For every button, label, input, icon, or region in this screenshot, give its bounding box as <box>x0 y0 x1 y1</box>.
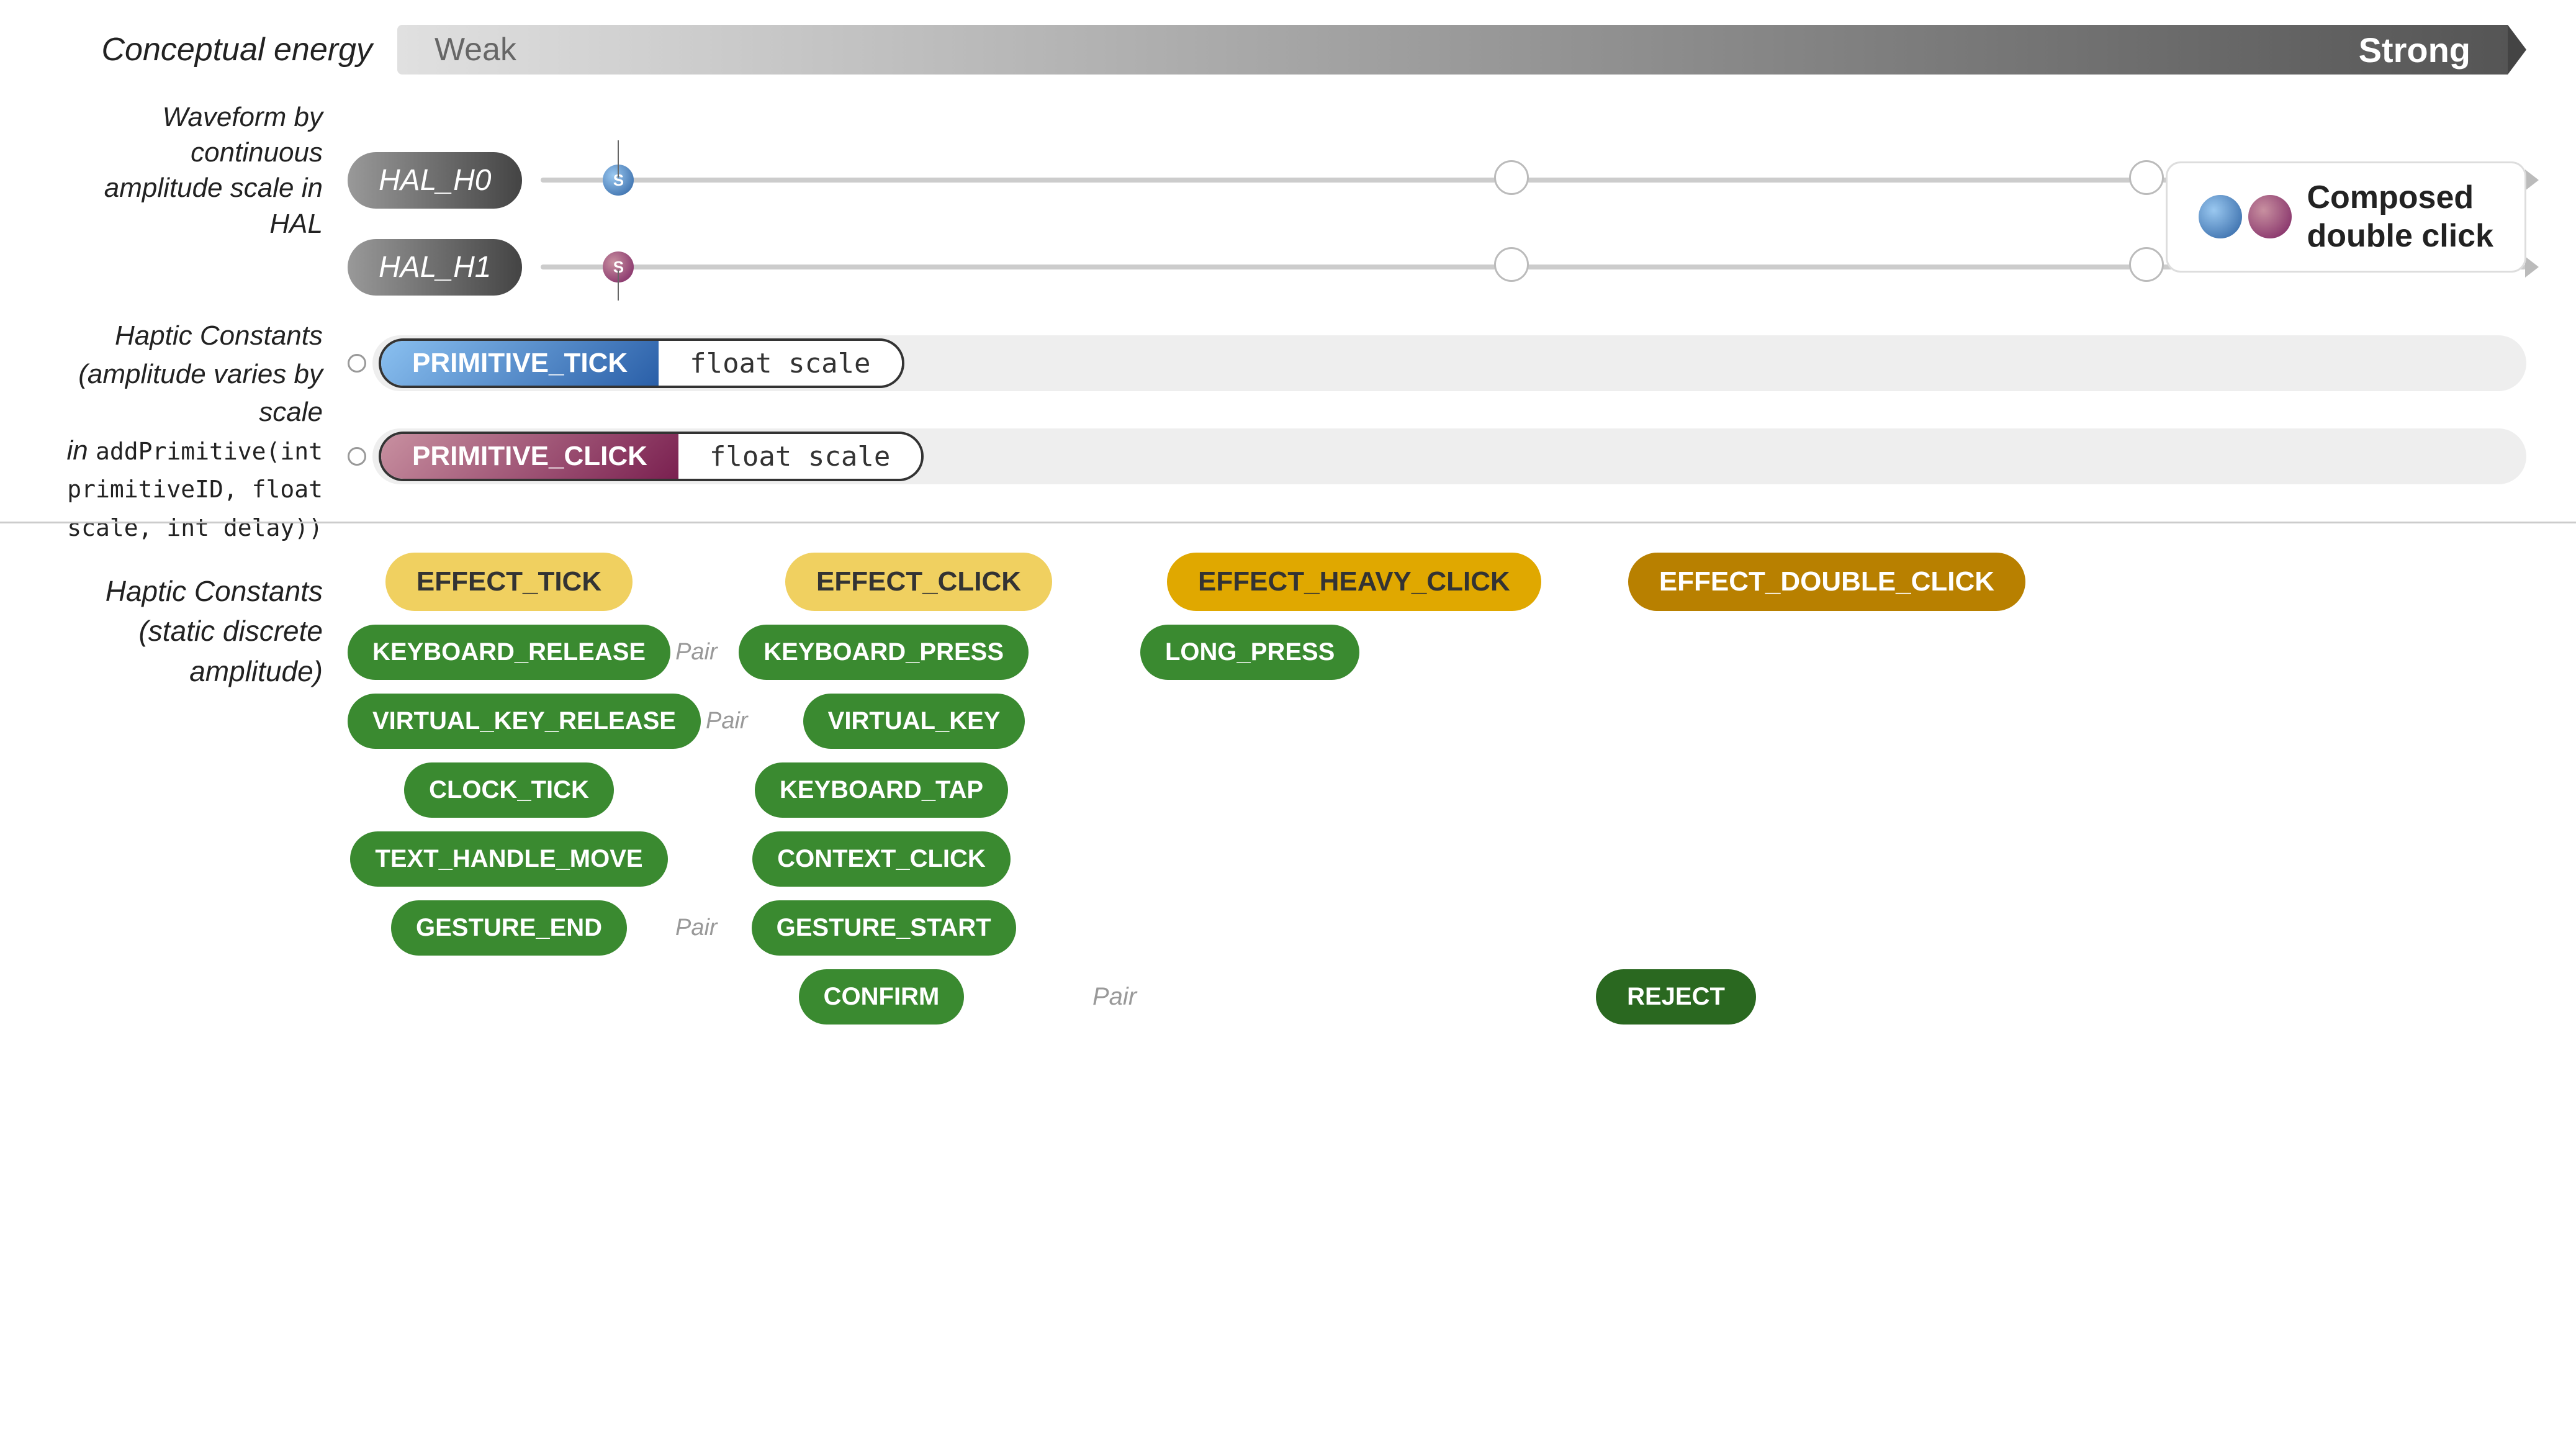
section-divider <box>0 522 2576 523</box>
hal-h0-vline <box>618 140 619 178</box>
energy-strong-label: Strong <box>2359 30 2470 70</box>
primitive-click-pill: PRIMITIVE_CLICK float scale <box>379 432 924 481</box>
text-handle-move-button[interactable]: TEXT_HANDLE_MOVE <box>350 831 667 887</box>
waveform-label: Waveform by continuousamplitude scale in… <box>104 102 323 239</box>
hal-h0-mid-circle <box>1494 160 1529 195</box>
composed-badge: Composed double click <box>2166 161 2526 273</box>
energy-weak-label: Weak <box>435 31 516 68</box>
primitive-click-small-circle <box>348 447 366 466</box>
gesture-row: GESTURE_END Pair GESTURE_START <box>348 900 2526 956</box>
pair-label-1: Pair <box>670 639 723 665</box>
hal-h0-label: HAL_H0 <box>348 152 522 209</box>
energy-arrow-icon <box>2508 25 2526 75</box>
virtual-key-row: VIRTUAL_KEY_RELEASE Pair VIRTUAL_KEY <box>348 694 2526 749</box>
primitive-tick-small-circle <box>348 354 366 373</box>
primitive-tick-scale: float scale <box>659 341 901 386</box>
effects-row: EFFECT_TICK EFFECT_CLICK EFFECT_HEAVY_CL… <box>348 553 2526 611</box>
pair-label-2: Pair <box>701 708 753 734</box>
composed-text: Composed double click <box>2307 178 2493 256</box>
primitive-click-name: PRIMITIVE_CLICK <box>381 434 678 479</box>
composed-dots <box>2199 195 2292 238</box>
effect-click-button[interactable]: EFFECT_CLICK <box>785 553 1052 611</box>
text-handle-row: TEXT_HANDLE_MOVE CONTEXT_CLICK <box>348 831 2526 887</box>
primitive-tick-name: PRIMITIVE_TICK <box>381 341 659 386</box>
conceptual-energy-label: Conceptual energy <box>101 32 372 68</box>
context-click-button[interactable]: CONTEXT_CLICK <box>752 831 1011 887</box>
keyboard-release-button[interactable]: KEYBOARD_RELEASE <box>348 625 670 680</box>
main-container: Conceptual energy Weak Strong Waveform b… <box>0 0 2576 1443</box>
virtual-key-release-button[interactable]: VIRTUAL_KEY_RELEASE <box>348 694 701 749</box>
effect-heavy-click-button[interactable]: EFFECT_HEAVY_CLICK <box>1167 553 1541 611</box>
primitive-click-row: PRIMITIVE_CLICK float scale <box>348 416 2526 497</box>
reject-button[interactable]: REJECT <box>1596 969 1756 1025</box>
long-press-button[interactable]: LONG_PRESS <box>1140 625 1359 680</box>
confirm-row: CONFIRM Pair REJECT <box>348 969 2526 1025</box>
gesture-start-button[interactable]: GESTURE_START <box>752 900 1016 956</box>
energy-bar: Weak Strong <box>397 25 2508 75</box>
effect-double-click-button[interactable]: EFFECT_DOUBLE_CLICK <box>1628 553 2025 611</box>
primitive-tick-row: PRIMITIVE_TICK float scale <box>348 323 2526 404</box>
hal-h1-end-circle <box>2129 247 2164 282</box>
pair-label-3: Pair <box>670 915 723 941</box>
hal-h0-arrow-icon <box>2525 170 2539 191</box>
keyboard-tap-button[interactable]: KEYBOARD_TAP <box>755 762 1008 818</box>
primitive-tick-pill: PRIMITIVE_TICK float scale <box>379 338 904 388</box>
hal-h1-label: HAL_H1 <box>348 239 522 296</box>
effect-tick-button[interactable]: EFFECT_TICK <box>385 553 633 611</box>
virtual-key-button[interactable]: VIRTUAL_KEY <box>803 694 1025 749</box>
confirm-button[interactable]: CONFIRM <box>799 969 965 1025</box>
blue-dot-icon <box>2199 195 2242 238</box>
keyboard-press-button[interactable]: KEYBOARD_PRESS <box>739 625 1029 680</box>
keyboard-row: KEYBOARD_RELEASE Pair KEYBOARD_PRESS LON… <box>348 625 2526 680</box>
haptic-discrete-label: Haptic Constants(static discreteamplitud… <box>0 534 348 1443</box>
gesture-end-button[interactable]: GESTURE_END <box>391 900 627 956</box>
clock-tick-button[interactable]: CLOCK_TICK <box>404 762 614 818</box>
hal-h1-vline <box>618 269 619 301</box>
primitive-click-scale: float scale <box>678 434 921 479</box>
hal-h1-mid-circle <box>1494 247 1529 282</box>
purple-dot-icon <box>2248 195 2292 238</box>
haptic-primitive-label: Haptic Constants(amplitude varies by sca… <box>0 317 348 546</box>
hal-h1-arrow-icon <box>2525 256 2539 278</box>
clock-row: CLOCK_TICK KEYBOARD_TAP <box>348 762 2526 818</box>
pair-label-4: Pair <box>1092 983 1137 1011</box>
hal-h0-end-circle <box>2129 160 2164 195</box>
